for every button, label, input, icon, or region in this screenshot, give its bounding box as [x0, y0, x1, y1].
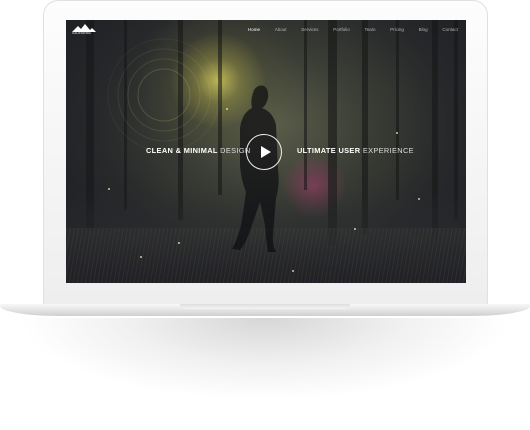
- nav-pricing[interactable]: Pricing: [390, 26, 404, 34]
- light-particle: [292, 270, 294, 272]
- nav-team[interactable]: Team: [364, 26, 375, 34]
- play-icon: [261, 145, 271, 158]
- nav-portfolio[interactable]: Portfolio: [333, 26, 350, 34]
- hero-headline-left-strong: CLEAN & MINIMAL: [146, 146, 218, 155]
- light-particle: [396, 132, 398, 134]
- play-video-button[interactable]: [246, 134, 282, 170]
- nav-blog[interactable]: Blog: [419, 26, 428, 34]
- nav-about[interactable]: About: [275, 26, 287, 34]
- light-particle: [354, 228, 356, 230]
- hero-headline-left: CLEAN & MINIMAL DESIGN: [146, 146, 251, 156]
- site-navbar: CALIFORNIA Home About Services Portfolio…: [66, 20, 466, 40]
- hero-headline-right-light: EXPERIENCE: [362, 146, 414, 155]
- light-particle: [178, 242, 180, 244]
- hero-headline-right: ULTIMATE USER EXPERIENCE: [297, 146, 414, 156]
- laptop-hinge: [180, 304, 350, 309]
- nav-contact[interactable]: Contact: [442, 26, 458, 34]
- light-particle: [108, 188, 110, 190]
- nav-home[interactable]: Home: [248, 26, 260, 34]
- light-particle: [418, 198, 420, 200]
- site-logo[interactable]: CALIFORNIA: [72, 24, 96, 38]
- laptop-shadow: [25, 318, 505, 398]
- laptop-screen: CALIFORNIA Home About Services Portfolio…: [66, 20, 466, 283]
- hero-headline-right-strong: ULTIMATE USER: [297, 146, 361, 155]
- nav-services[interactable]: Services: [301, 26, 318, 34]
- light-particle: [226, 108, 228, 110]
- logo-text: CALIFORNIA: [72, 32, 92, 35]
- nav-menu: Home About Services Portfolio Team Prici…: [248, 26, 458, 34]
- light-particle: [140, 256, 142, 258]
- mountains-icon: [72, 24, 96, 32]
